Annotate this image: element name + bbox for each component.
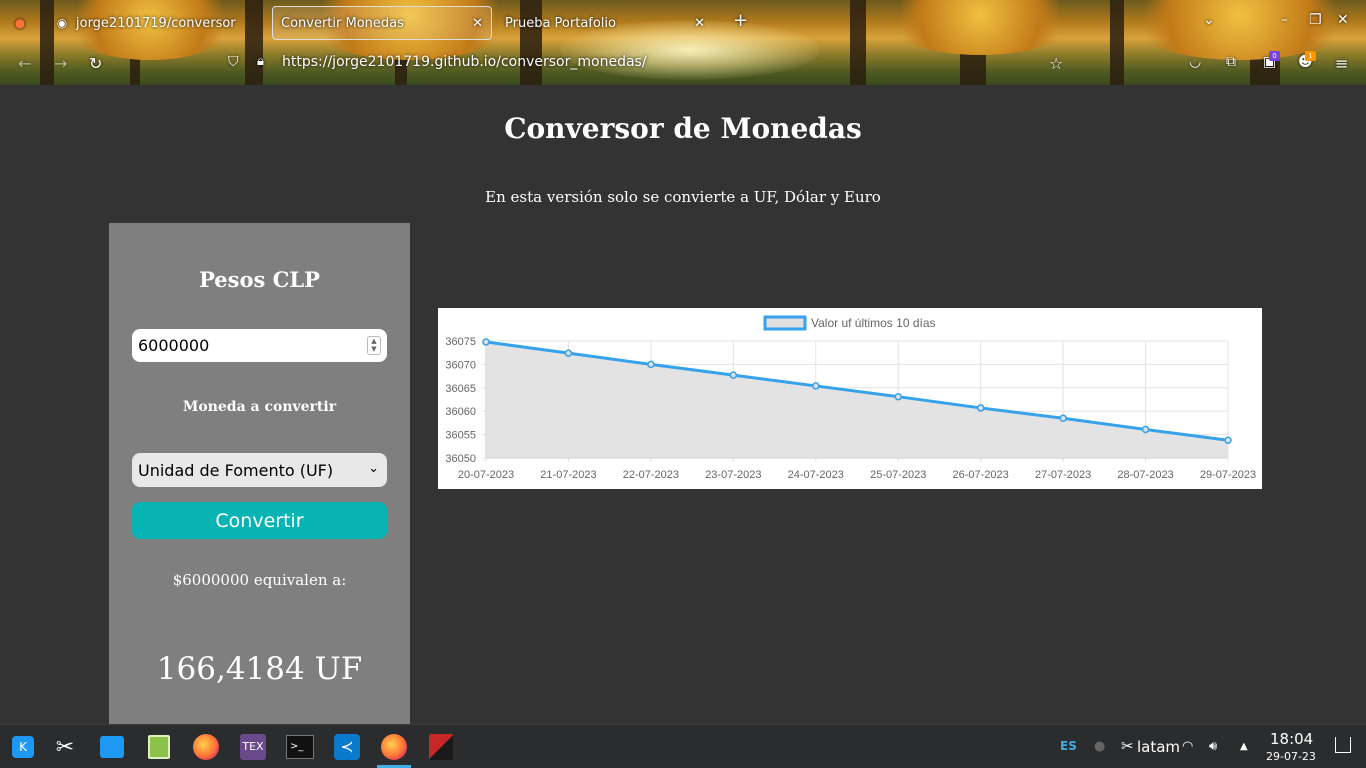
lock-icon[interactable]: 🔒︎ xyxy=(257,54,264,69)
file-manager-icon[interactable] xyxy=(144,732,174,762)
data-point xyxy=(812,382,820,390)
github-icon: ◉ xyxy=(56,16,68,30)
currency-select[interactable]: Unidad de Fomento (UF) ⌄ xyxy=(132,453,387,487)
tab-convertir-monedas[interactable]: Convertir Monedas ✕ xyxy=(272,6,492,40)
background-foliage xyxy=(1120,0,1360,60)
x-tick-label: 24-07-2023 xyxy=(788,469,844,481)
kde-menu-icon[interactable]: K xyxy=(8,732,38,762)
url-field[interactable]: https://jorge2101719.github.io/conversor… xyxy=(282,54,647,70)
close-icon[interactable]: ✕ xyxy=(694,16,705,31)
notifications-icon[interactable]: ● xyxy=(1094,739,1105,754)
pocket-icon[interactable]: ◡ xyxy=(1189,54,1201,70)
data-point xyxy=(1141,425,1150,434)
account-badge: 1 xyxy=(1305,51,1316,61)
currency-selected: Unidad de Fomento (UF) xyxy=(138,460,334,480)
app-icon[interactable] xyxy=(426,732,456,762)
extensions-badge: 0 xyxy=(1269,51,1280,61)
firefox-icon[interactable] xyxy=(379,732,409,762)
discover-icon[interactable] xyxy=(97,732,127,762)
x-tick-label: 20-07-2023 xyxy=(458,469,514,481)
chevron-up-icon[interactable]: ▲ xyxy=(1240,741,1248,752)
chart-svg: 36050 36055 36060 36065 36070 36075 20-07-2023… xyxy=(445,315,1256,481)
data-point xyxy=(564,349,573,357)
chevron-down-icon[interactable]: ⌄ xyxy=(1203,12,1215,28)
tab-prueba-portafolio[interactable]: Prueba Portafolio ✕ xyxy=(505,6,705,40)
amount-value: 6000000 xyxy=(138,336,210,355)
menu-icon[interactable]: ≡ xyxy=(1335,54,1348,73)
y-tick-label: 36060 xyxy=(445,406,476,418)
wifi-icon[interactable]: ◠ xyxy=(1182,739,1193,754)
legend-label: Valor uf últimos 10 días xyxy=(811,316,936,330)
x-tick-label: 25-07-2023 xyxy=(870,469,926,481)
minimize-icon[interactable]: – xyxy=(1281,12,1288,28)
volume-icon[interactable]: 🔊︎ xyxy=(1209,739,1217,754)
tab-label: Convertir Monedas xyxy=(281,15,404,31)
converter-heading: Pesos CLP xyxy=(199,267,320,292)
y-tick-label: 36065 xyxy=(445,383,476,395)
number-spinner-icon[interactable]: ▲ ▼ xyxy=(367,336,381,355)
firefox-icon[interactable] xyxy=(191,732,221,762)
background-foliage xyxy=(880,0,1080,55)
new-tab-icon[interactable]: + xyxy=(733,10,748,31)
terminal-icon[interactable]: >_ xyxy=(285,732,315,762)
tab-github[interactable]: ◉ jorge2101719/conversor xyxy=(54,6,264,40)
chevron-down-icon: ⌄ xyxy=(368,461,379,476)
data-point xyxy=(729,371,738,379)
clock-time[interactable]: 18:04 xyxy=(1270,730,1313,748)
series-area xyxy=(486,341,1228,458)
background-tree xyxy=(850,0,866,85)
equivalence-text: $6000000 equivalen a: xyxy=(172,571,347,589)
tab-label: Prueba Portafolio xyxy=(505,15,616,31)
close-icon[interactable]: ✕ xyxy=(472,16,483,31)
keyboard-layout[interactable]: ES xyxy=(1060,739,1077,753)
x-tick-label: 26-07-2023 xyxy=(953,469,1009,481)
page-subtitle: En esta versión solo se convierte a UF, … xyxy=(485,188,881,206)
browser-chrome: ● ◉ jorge2101719/conversor Convertir Mon… xyxy=(0,0,1366,85)
forward-icon[interactable]: → xyxy=(54,54,67,73)
x-tick-label: 27-07-2023 xyxy=(1035,469,1091,481)
conversion-result: 166,4184 UF xyxy=(156,651,363,687)
extensions-icon[interactable]: ⧉ xyxy=(1226,54,1236,70)
legend-swatch xyxy=(763,315,807,331)
show-desktop-icon[interactable] xyxy=(1335,737,1351,753)
y-tick-label: 36075 xyxy=(445,336,476,348)
amount-input[interactable]: 6000000 ▲ ▼ xyxy=(132,329,387,362)
currency-label: Moneda a convertir xyxy=(182,399,337,415)
scissors-icon[interactable]: ✂ xyxy=(1121,737,1134,755)
restore-icon[interactable]: ❐ xyxy=(1309,12,1322,28)
data-point xyxy=(1059,414,1067,422)
uf-chart: 36050 36055 36060 36065 36070 36075 20-07-2023… xyxy=(438,308,1262,489)
back-icon[interactable]: ← xyxy=(18,54,31,73)
shield-icon[interactable]: ⛉ xyxy=(228,54,239,70)
firefox-view-icon[interactable]: ● xyxy=(12,6,34,40)
tab-label: jorge2101719/conversor xyxy=(76,15,236,31)
data-point xyxy=(976,404,985,412)
y-tick-label: 36070 xyxy=(445,359,476,371)
data-point xyxy=(894,392,902,401)
reload-icon[interactable]: ↻ xyxy=(89,54,102,73)
convert-button[interactable]: Convertir xyxy=(132,502,387,539)
vscode-icon[interactable]: ≺ xyxy=(332,732,362,762)
x-tick-label: 29-07-2023 xyxy=(1200,469,1256,481)
page-title: Conversor de Monedas xyxy=(504,112,862,145)
data-point xyxy=(647,360,655,369)
taskbar: K ✂ TEX >_ ≺ ES ● ✂ latam ◠ 🔊︎ ▲ 18:04 2… xyxy=(0,724,1366,768)
y-tick-label: 36055 xyxy=(445,430,476,442)
y-tick-label: 36050 xyxy=(445,453,476,465)
x-tick-label: 23-07-2023 xyxy=(705,469,761,481)
texmaker-icon[interactable]: TEX xyxy=(238,732,268,762)
close-window-icon[interactable]: ✕ xyxy=(1337,12,1349,28)
network-label[interactable]: latam xyxy=(1137,738,1180,756)
x-tick-label: 21-07-2023 xyxy=(540,469,596,481)
data-point xyxy=(1224,436,1232,444)
bookmark-star-icon[interactable]: ☆ xyxy=(1049,54,1063,73)
x-tick-label: 28-07-2023 xyxy=(1117,469,1173,481)
clock-date[interactable]: 29-07-23 xyxy=(1266,750,1316,763)
background-tree xyxy=(40,0,54,85)
tools-icon[interactable]: ✂ xyxy=(50,732,80,762)
x-tick-label: 22-07-2023 xyxy=(623,469,679,481)
converter-panel: Pesos CLP 6000000 ▲ ▼ Moneda a convertir … xyxy=(109,223,410,724)
data-point xyxy=(482,338,490,346)
